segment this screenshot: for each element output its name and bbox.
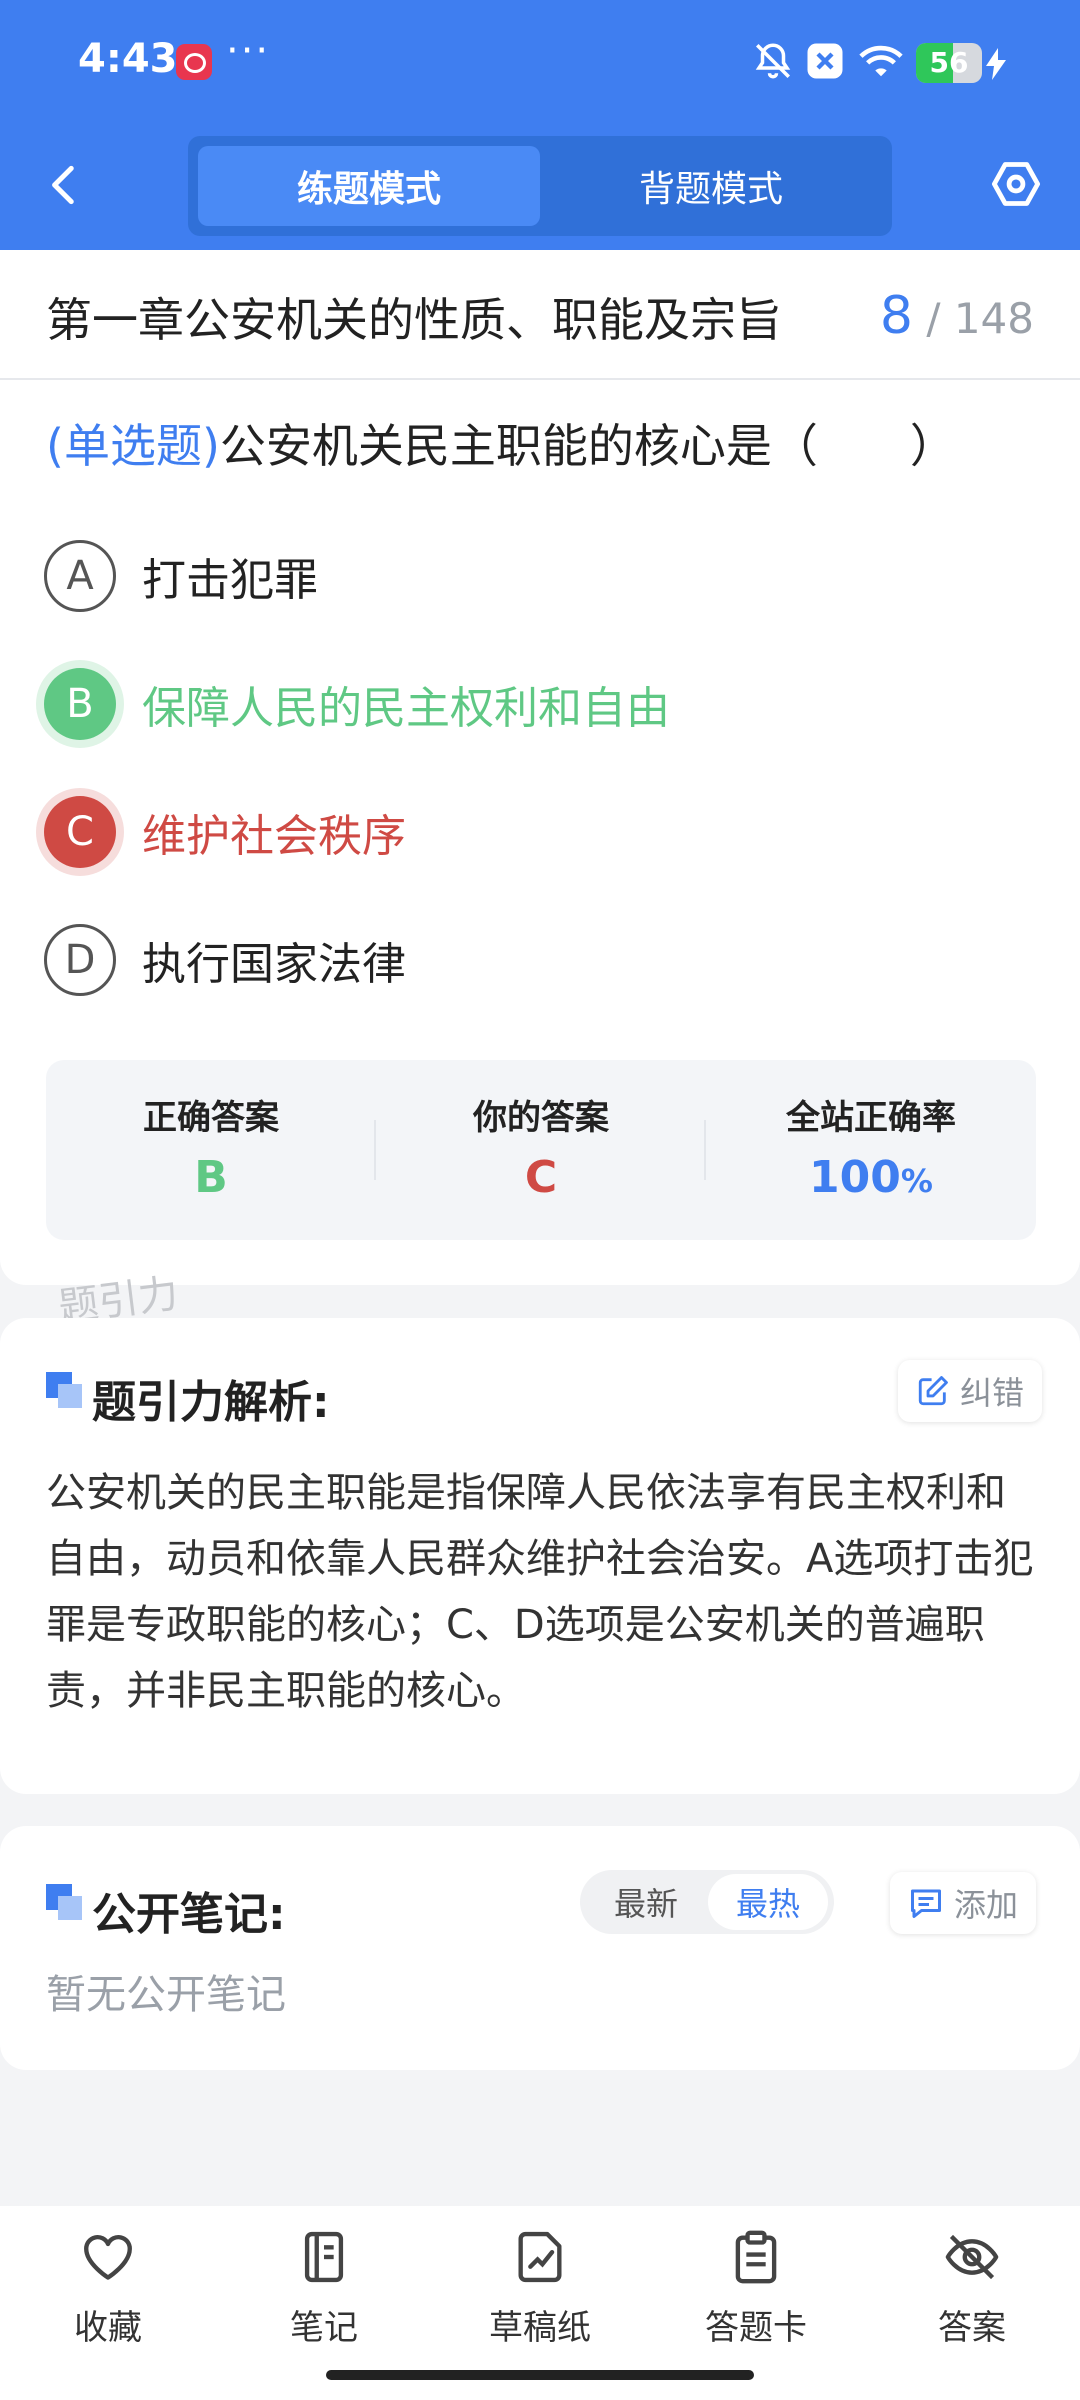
- answer-card-icon: [735, 2230, 777, 2284]
- tab-practice-mode[interactable]: 练题模式: [198, 146, 540, 226]
- nav-label: 笔记: [290, 2308, 358, 2348]
- draft-icon: [518, 2231, 562, 2283]
- correct-answer-value: B: [194, 1152, 228, 1203]
- nav-label: 答案: [938, 2308, 1006, 2348]
- public-notes-title: 公开笔记:: [92, 1889, 286, 1940]
- option-b[interactable]: B 保障人民的民主权利和自由: [44, 666, 670, 742]
- option-text: 保障人民的民主权利和自由: [142, 683, 670, 734]
- answer-card-button[interactable]: 答题卡: [656, 2228, 856, 2358]
- empty-notes-text: 暂无公开笔记: [46, 1972, 286, 2018]
- draft-paper-button[interactable]: 草稿纸: [440, 2228, 640, 2358]
- charging-bolt-icon: [986, 48, 1006, 80]
- sort-hot-option[interactable]: 最热: [708, 1874, 828, 1930]
- edit-icon: [918, 1376, 948, 1406]
- bell-muted-icon: [755, 43, 791, 79]
- analysis-title: 题引力解析:: [92, 1377, 330, 1428]
- option-d[interactable]: D 执行国家法律: [44, 922, 406, 998]
- option-text: 维护社会秩序: [142, 811, 406, 862]
- report-error-button[interactable]: 纠错: [898, 1360, 1043, 1422]
- question-type-tag: (单选题): [46, 419, 220, 473]
- app-notification-icon: [176, 44, 212, 80]
- add-note-button[interactable]: 添加: [890, 1872, 1037, 1934]
- tab-memorize-mode[interactable]: 背题模式: [540, 146, 882, 226]
- no-sim-icon: [807, 43, 843, 79]
- sort-latest-option[interactable]: 最新: [586, 1874, 706, 1930]
- notes-button[interactable]: 笔记: [224, 2228, 424, 2358]
- header-divider: [0, 378, 1080, 380]
- stat-label: 全站正确率: [786, 1098, 956, 1138]
- status-bar: 4:43 ··· 56: [0, 0, 1080, 120]
- question-stem: (单选题)公安机关民主职能的核心是（ ）: [46, 410, 956, 476]
- accuracy-stat: 全站正确率 100%: [706, 1060, 1036, 1240]
- correct-answer-stat: 正确答案 B: [46, 1060, 376, 1240]
- add-note-label: 添加: [954, 1886, 1019, 1924]
- stat-label: 你的答案: [473, 1098, 609, 1138]
- settings-icon[interactable]: [990, 158, 1042, 210]
- stat-label: 正确答案: [143, 1098, 279, 1138]
- option-text: 打击犯罪: [142, 555, 318, 606]
- question-text: 公安机关民主职能的核心是（ ）: [219, 419, 956, 473]
- analysis-text: 公安机关的民主职能是指保障人民依法享有民主权利和自由，动员和依靠人民群众维护社会…: [46, 1470, 1034, 1714]
- your-answer-value: C: [524, 1152, 558, 1203]
- eye-off-icon: [945, 2234, 999, 2280]
- notebook-icon: [304, 2231, 344, 2283]
- battery-percent: 56: [929, 46, 969, 79]
- favorite-button[interactable]: 收藏: [8, 2228, 208, 2358]
- public-notes-card: [0, 1826, 1080, 2070]
- accuracy-number: 100: [809, 1152, 901, 1203]
- comment-icon: [911, 1889, 941, 1918]
- nav-label: 收藏: [74, 2308, 142, 2348]
- status-time: 4:43: [78, 36, 178, 82]
- total-questions: / 148: [926, 294, 1034, 343]
- option-c[interactable]: C 维护社会秩序: [44, 794, 406, 870]
- accuracy-unit: %: [900, 1162, 933, 1200]
- answer-stats: 正确答案 B 你的答案 C 全站正确率 100%: [46, 1060, 1036, 1240]
- nav-label: 答题卡: [705, 2308, 807, 2348]
- back-button[interactable]: [40, 160, 90, 210]
- option-text: 执行国家法律: [142, 939, 406, 990]
- nav-label: 草稿纸: [489, 2308, 591, 2348]
- your-answer-stat: 你的答案 C: [376, 1060, 706, 1240]
- notes-sort-toggle: 最新 最热: [580, 1870, 834, 1934]
- question-progress: 8 / 148: [880, 286, 1034, 346]
- option-letter: A: [44, 540, 116, 612]
- mode-switcher: 练题模式 背题模式: [188, 136, 892, 236]
- option-a[interactable]: A 打击犯罪: [44, 538, 318, 614]
- home-indicator[interactable]: [326, 2370, 754, 2380]
- show-answer-button[interactable]: 答案: [872, 2228, 1072, 2358]
- current-question-number: 8: [879, 286, 913, 346]
- heart-icon: [84, 2234, 132, 2280]
- more-notifications-icon: ···: [226, 28, 271, 74]
- option-letter: D: [44, 924, 116, 996]
- option-letter: B: [44, 668, 116, 740]
- chapter-title: 第一章公安机关的性质、职能及宗旨: [46, 293, 782, 347]
- option-letter: C: [44, 796, 116, 868]
- wifi-icon: [859, 45, 903, 77]
- report-error-label: 纠错: [960, 1374, 1025, 1412]
- battery-indicator: 56: [916, 43, 982, 83]
- accuracy-value: 100%: [706, 1152, 1036, 1203]
- section-marker-icon: [46, 1884, 82, 1920]
- section-marker-icon: [46, 1372, 82, 1408]
